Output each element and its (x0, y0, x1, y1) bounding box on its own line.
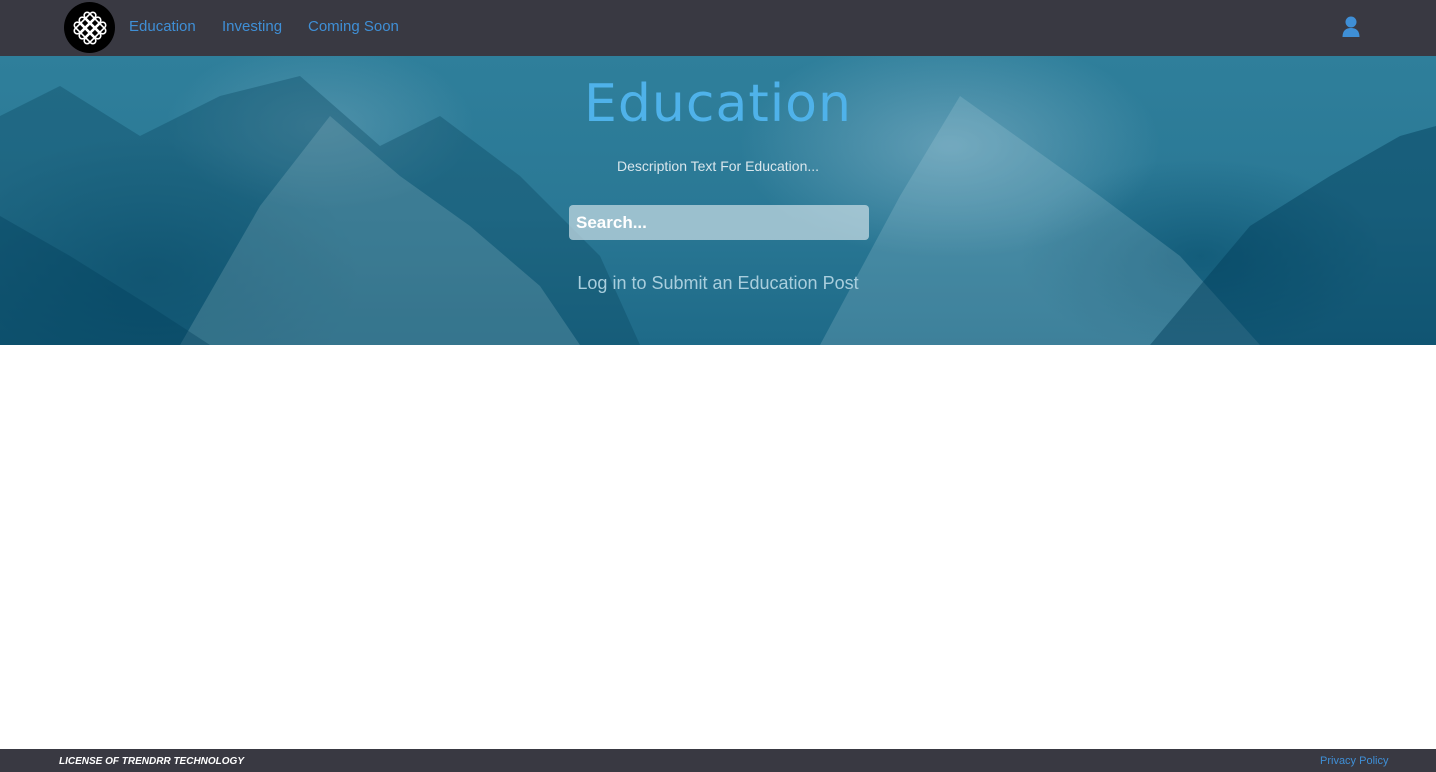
license-text: LICENSE OF TRENDRR TECHNOLOGY (59, 756, 245, 767)
privacy-policy-link[interactable]: Privacy Policy (1320, 755, 1388, 767)
top-navbar: Education Investing Coming Soon (0, 0, 1436, 56)
footer: LICENSE OF TRENDRR TECHNOLOGY Privacy Po… (0, 749, 1436, 772)
search-input[interactable] (569, 205, 869, 240)
page-title: Education (584, 74, 852, 134)
nav-link-education[interactable]: Education (129, 18, 196, 36)
user-icon[interactable] (1341, 16, 1361, 38)
logo-knot-icon[interactable] (64, 2, 115, 53)
page-description: Description Text For Education... (616, 158, 820, 174)
nav-link-coming-soon[interactable]: Coming Soon (308, 18, 399, 36)
login-to-submit-link[interactable]: Log in to Submit an Education Post (0, 273, 1436, 294)
nav-link-investing[interactable]: Investing (222, 18, 282, 36)
hero-banner: Education Description Text For Education… (0, 56, 1436, 345)
